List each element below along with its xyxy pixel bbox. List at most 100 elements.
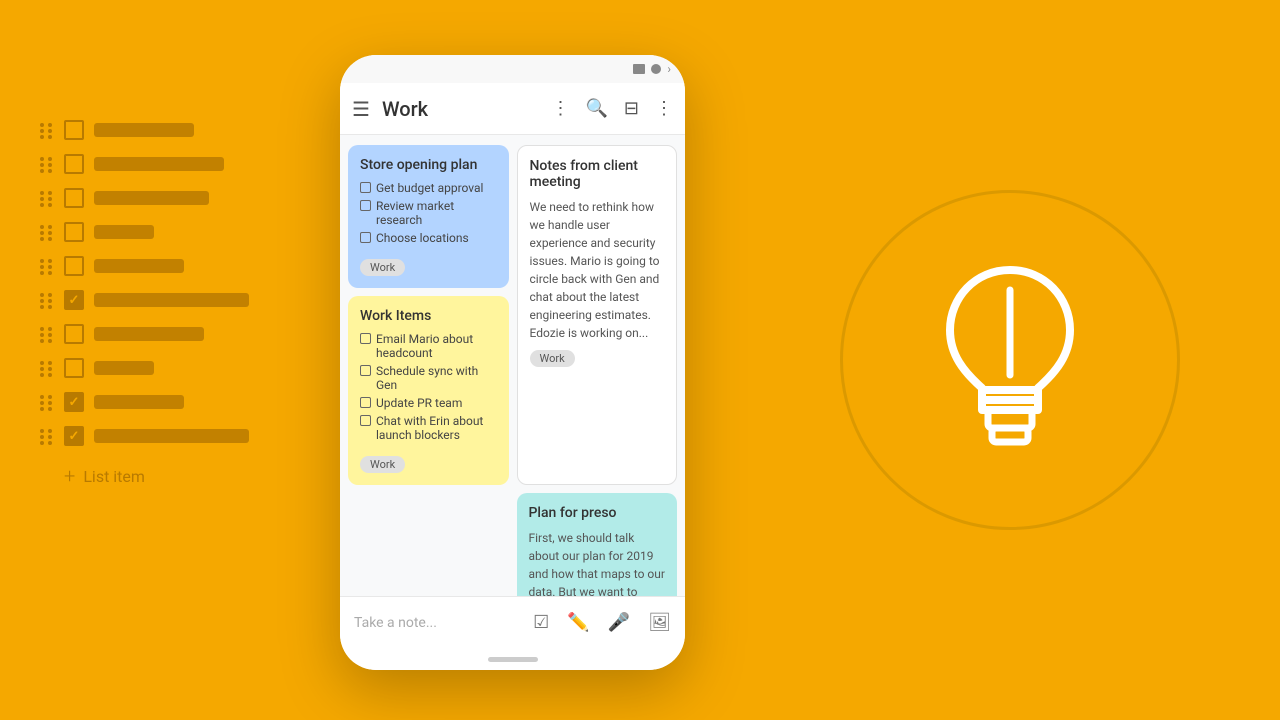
chevron-icon: › bbox=[667, 62, 671, 76]
note-title: Plan for preso bbox=[529, 505, 666, 521]
drag-handle[interactable] bbox=[40, 191, 54, 205]
item-bar-10 bbox=[94, 429, 249, 443]
mini-checkbox[interactable] bbox=[360, 232, 371, 243]
list-item: ✓ bbox=[40, 392, 249, 412]
left-checklist-panel: ✓ ✓ ✓ + List item bbox=[40, 120, 249, 488]
bottom-bar: Take a note... ☑ ✏️ 🎤 🖼 bbox=[340, 596, 685, 648]
drag-handle[interactable] bbox=[40, 259, 54, 273]
list-item bbox=[40, 222, 249, 242]
note-title: Store opening plan bbox=[360, 157, 497, 173]
list-item bbox=[40, 188, 249, 208]
checkbox-icon[interactable]: ☑ bbox=[533, 612, 549, 633]
check-item: Get budget approval bbox=[360, 181, 497, 195]
mini-checkbox[interactable] bbox=[360, 365, 371, 376]
check-item: Review market research bbox=[360, 199, 497, 227]
drag-handle[interactable] bbox=[40, 293, 54, 307]
drag-handle[interactable] bbox=[40, 429, 54, 443]
checkbox-2[interactable] bbox=[64, 154, 84, 174]
overflow-menu-icon[interactable]: ⋮ bbox=[655, 98, 673, 119]
item-bar-3 bbox=[94, 191, 209, 205]
header-icons: ⋮ 🔍 ⊟ ⋮ bbox=[551, 98, 673, 119]
mini-checkbox[interactable] bbox=[360, 397, 371, 408]
checkbox-10[interactable]: ✓ bbox=[64, 426, 84, 446]
signal-icon bbox=[651, 64, 661, 74]
mini-checkbox[interactable] bbox=[360, 333, 371, 344]
mini-checkbox[interactable] bbox=[360, 200, 371, 211]
list-item bbox=[40, 120, 249, 140]
item-bar-6 bbox=[94, 293, 249, 307]
logo-circle bbox=[840, 190, 1180, 530]
list-item: ✓ bbox=[40, 290, 249, 310]
battery-icon bbox=[633, 64, 645, 74]
notes-area[interactable]: Store opening plan Get budget approval R… bbox=[340, 135, 685, 596]
note-client-meeting[interactable]: Notes from client meeting We need to ret… bbox=[517, 145, 678, 485]
checkbox-6[interactable]: ✓ bbox=[64, 290, 84, 310]
add-label: List item bbox=[83, 467, 145, 486]
bottom-icons: ☑ ✏️ 🎤 🖼 bbox=[533, 612, 671, 633]
note-plan-preso[interactable]: Plan for preso First, we should talk abo… bbox=[517, 493, 678, 596]
list-item bbox=[40, 324, 249, 344]
checkbox-4[interactable] bbox=[64, 222, 84, 242]
app-header: ☰ Work ⋮ 🔍 ⊟ ⋮ bbox=[340, 83, 685, 135]
note-work-items[interactable]: Work Items Email Mario about headcount S… bbox=[348, 296, 509, 485]
check-text: Email Mario about headcount bbox=[376, 332, 497, 360]
list-item bbox=[40, 154, 249, 174]
note-title: Work Items bbox=[360, 308, 497, 324]
note-tag[interactable]: Work bbox=[530, 350, 575, 367]
drag-handle[interactable] bbox=[40, 327, 54, 341]
hamburger-menu-icon[interactable]: ☰ bbox=[352, 97, 370, 121]
layout-icon[interactable]: ⊟ bbox=[624, 98, 639, 119]
checkbox-5[interactable] bbox=[64, 256, 84, 276]
brush-icon[interactable]: ✏️ bbox=[567, 612, 589, 633]
header-title: Work bbox=[382, 97, 552, 121]
checkbox-8[interactable] bbox=[64, 358, 84, 378]
check-text: Update PR team bbox=[376, 396, 462, 410]
drag-handle[interactable] bbox=[40, 123, 54, 137]
item-bar-1 bbox=[94, 123, 194, 137]
item-bar-5 bbox=[94, 259, 184, 273]
item-bar-4 bbox=[94, 225, 154, 239]
home-indicator bbox=[340, 648, 685, 670]
note-text: First, we should talk about our plan for… bbox=[529, 529, 666, 596]
mini-checkbox[interactable] bbox=[360, 182, 371, 193]
search-icon[interactable]: 🔍 bbox=[585, 98, 607, 119]
checkbox-1[interactable] bbox=[64, 120, 84, 140]
item-bar-9 bbox=[94, 395, 184, 409]
mic-icon[interactable]: 🎤 bbox=[608, 612, 630, 633]
phone-mockup: › ☰ Work ⋮ 🔍 ⊟ ⋮ Store opening plan Get … bbox=[340, 55, 685, 670]
add-icon: + bbox=[64, 464, 75, 488]
drag-handle[interactable] bbox=[40, 225, 54, 239]
note-title: Notes from client meeting bbox=[530, 158, 665, 190]
check-item: Email Mario about headcount bbox=[360, 332, 497, 360]
checkbox-9[interactable]: ✓ bbox=[64, 392, 84, 412]
check-text: Review market research bbox=[376, 199, 497, 227]
drag-handle[interactable] bbox=[40, 361, 54, 375]
note-checklist: Email Mario about headcount Schedule syn… bbox=[360, 332, 497, 442]
checkbox-3[interactable] bbox=[64, 188, 84, 208]
lightbulb-icon bbox=[930, 260, 1090, 460]
checkbox-7[interactable] bbox=[64, 324, 84, 344]
status-bar: › bbox=[340, 55, 685, 83]
check-text: Get budget approval bbox=[376, 181, 483, 195]
check-item: Chat with Erin about launch blockers bbox=[360, 414, 497, 442]
list-item bbox=[40, 256, 249, 276]
item-bar-7 bbox=[94, 327, 204, 341]
drag-handle[interactable] bbox=[40, 395, 54, 409]
more-dots-icon[interactable]: ⋮ bbox=[551, 98, 569, 119]
home-bar[interactable] bbox=[488, 657, 538, 662]
check-item: Choose locations bbox=[360, 231, 497, 245]
item-bar-2 bbox=[94, 157, 224, 171]
check-text: Choose locations bbox=[376, 231, 469, 245]
note-tag[interactable]: Work bbox=[360, 259, 405, 276]
image-icon[interactable]: 🖼 bbox=[648, 612, 671, 633]
check-text: Chat with Erin about launch blockers bbox=[376, 414, 497, 442]
note-tag[interactable]: Work bbox=[360, 456, 405, 473]
drag-handle[interactable] bbox=[40, 157, 54, 171]
list-item: ✓ bbox=[40, 426, 249, 446]
note-store-opening[interactable]: Store opening plan Get budget approval R… bbox=[348, 145, 509, 288]
mini-checkbox[interactable] bbox=[360, 415, 371, 426]
check-item: Schedule sync with Gen bbox=[360, 364, 497, 392]
take-note-placeholder[interactable]: Take a note... bbox=[354, 615, 533, 631]
add-item-row[interactable]: + List item bbox=[64, 464, 249, 488]
note-text: We need to rethink how we handle user ex… bbox=[530, 198, 665, 342]
